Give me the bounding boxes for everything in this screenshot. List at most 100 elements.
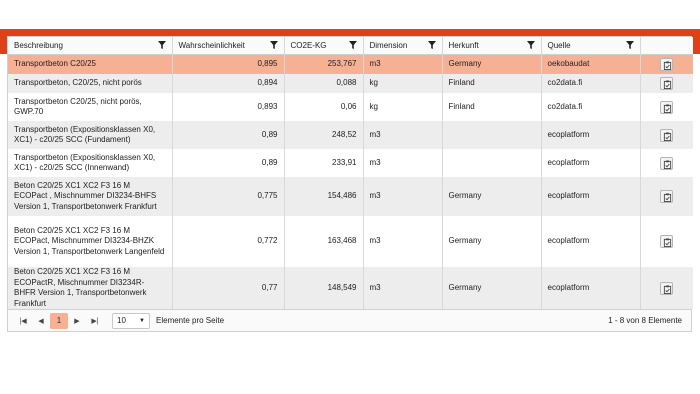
cell-herkunft <box>442 121 542 149</box>
table-row[interactable]: Transportbeton (Expositionsklassen X0, X… <box>8 149 693 177</box>
apply-value-button[interactable] <box>660 281 674 295</box>
cell-wahrscheinlichkeit: 0,895 <box>172 54 285 74</box>
cell-herkunft <box>442 149 542 177</box>
cell-quelle: ecoplatform <box>541 149 641 177</box>
cell-quelle: co2data.fi <box>541 74 641 93</box>
first-page-button[interactable]: |◀ <box>14 313 32 329</box>
cell-co2e: 154,486 <box>284 177 364 216</box>
table-row[interactable]: Beton C20/25 XC1 XC2 F3 16 M ECOPact , M… <box>8 177 693 216</box>
clipboard-icon <box>664 131 672 141</box>
cell-action <box>640 149 693 177</box>
column-title: Beschreibung <box>14 40 63 50</box>
column-header-actions <box>640 37 693 54</box>
column-header-wahrscheinlichkeit[interactable]: Wahrscheinlichkeit <box>172 37 285 54</box>
cell-beschreibung: Transportbeton (Expositionsklassen X0, X… <box>8 149 173 177</box>
cell-herkunft: Finland <box>442 74 542 93</box>
column-header-herkunft[interactable]: Herkunft <box>442 37 542 54</box>
cell-wahrscheinlichkeit: 0,772 <box>172 216 285 267</box>
clipboard-icon <box>664 61 672 70</box>
cell-wahrscheinlichkeit: 0,775 <box>172 177 285 216</box>
clipboard-icon <box>664 193 672 202</box>
table-row[interactable]: Transportbeton C20/25, nicht porös, GWP.… <box>8 93 693 121</box>
page-size-value: 10 <box>117 316 126 325</box>
cell-wahrscheinlichkeit: 0,89 <box>172 149 285 177</box>
table-row[interactable]: Transportbeton (Expositionsklassen X0, X… <box>8 121 693 149</box>
table-row[interactable]: Transportbeton, C20/25, nicht porös 0,89… <box>8 74 693 93</box>
cell-action <box>640 121 693 149</box>
filter-icon[interactable] <box>269 41 278 49</box>
cell-wahrscheinlichkeit: 0,893 <box>172 93 285 121</box>
column-title: Wahrscheinlichkeit <box>178 40 245 50</box>
page-size-select[interactable]: 10 ▼ <box>112 312 150 329</box>
cell-dimension: kg <box>363 93 443 121</box>
apply-value-button[interactable] <box>660 156 674 170</box>
cell-dimension: m3 <box>363 121 443 149</box>
cell-co2e: 253,767 <box>284 54 364 74</box>
cell-co2e: 233,91 <box>284 149 364 177</box>
page-1-button[interactable]: 1 <box>50 312 68 329</box>
cell-quelle: oekobaudat <box>541 54 641 74</box>
filter-icon[interactable] <box>526 41 535 49</box>
cell-dimension: m3 <box>363 216 443 267</box>
column-header-beschreibung[interactable]: Beschreibung <box>8 37 173 54</box>
cell-action <box>640 54 693 74</box>
cell-wahrscheinlichkeit: 0,894 <box>172 74 285 93</box>
filter-icon[interactable] <box>157 41 166 49</box>
cell-action <box>640 74 693 93</box>
co2-values-grid: Beschreibung Wahrscheinlichkeit CO2E-KG … <box>7 36 693 332</box>
cell-wahrscheinlichkeit: 0,77 <box>172 267 285 309</box>
table-row[interactable]: Beton C20/25 XC1 XC2 F3 16 M ECOPactR, M… <box>8 267 693 309</box>
cell-herkunft: Germany <box>442 216 542 267</box>
cell-quelle: ecoplatform <box>541 267 641 309</box>
column-title: Dimension <box>369 40 408 50</box>
cell-action <box>640 216 693 267</box>
cell-beschreibung: Beton C20/25 XC1 XC2 F3 16 M ECOPact, Mi… <box>8 216 173 267</box>
cell-herkunft: Germany <box>442 177 542 216</box>
column-title: CO2E-KG <box>290 40 327 50</box>
cell-co2e: 148,549 <box>284 267 364 309</box>
cell-beschreibung: Transportbeton (Expositionsklassen X0, X… <box>8 121 173 149</box>
next-page-button[interactable]: ▶ <box>68 313 86 329</box>
pager-info: 1 - 8 von 8 Elemente <box>608 316 682 325</box>
column-header-quelle[interactable]: Quelle <box>541 37 641 54</box>
clipboard-icon <box>664 238 672 247</box>
apply-value-button[interactable] <box>660 100 674 114</box>
table-row[interactable]: Transportbeton C20/25 0,895 253,767 m3 G… <box>8 54 693 74</box>
apply-value-button[interactable] <box>660 190 674 203</box>
filter-icon[interactable] <box>625 41 634 49</box>
cell-co2e: 0,06 <box>284 93 364 121</box>
filter-icon[interactable] <box>348 41 357 49</box>
last-page-button[interactable]: ▶| <box>86 313 104 329</box>
clipboard-icon <box>664 284 672 294</box>
page-size-label: Elemente pro Seite <box>156 316 225 325</box>
pager: |◀ ◀ 1 ▶ ▶| 10 ▼ Elemente pro Seite 1 - … <box>8 309 691 331</box>
apply-value-button[interactable] <box>660 77 674 90</box>
apply-value-button[interactable] <box>660 235 674 248</box>
cell-beschreibung: Transportbeton, C20/25, nicht porös <box>8 74 173 93</box>
cell-herkunft: Finland <box>442 93 542 121</box>
cell-beschreibung: Beton C20/25 XC1 XC2 F3 16 M ECOPactR, M… <box>8 267 173 309</box>
cell-co2e: 248,52 <box>284 121 364 149</box>
cell-co2e: 0,088 <box>284 74 364 93</box>
filter-icon[interactable] <box>427 41 436 49</box>
cell-quelle: ecoplatform <box>541 216 641 267</box>
cell-beschreibung: Transportbeton C20/25 <box>8 54 173 74</box>
apply-value-button[interactable] <box>660 128 674 142</box>
cell-quelle: co2data.fi <box>541 93 641 121</box>
cell-dimension: m3 <box>363 177 443 216</box>
cell-action <box>640 177 693 216</box>
table-row[interactable]: Beton C20/25 XC1 XC2 F3 16 M ECOPact, Mi… <box>8 216 693 267</box>
apply-value-button[interactable] <box>660 57 674 71</box>
previous-page-button[interactable]: ◀ <box>32 313 50 329</box>
cell-herkunft: Germany <box>442 267 542 309</box>
column-header-co2e-kg[interactable]: CO2E-KG <box>284 37 364 54</box>
cell-action <box>640 93 693 121</box>
cell-herkunft: Germany <box>442 54 542 74</box>
column-header-dimension[interactable]: Dimension <box>363 37 443 54</box>
clipboard-icon <box>664 103 672 113</box>
cell-co2e: 163,468 <box>284 216 364 267</box>
cell-dimension: m3 <box>363 54 443 74</box>
cell-quelle: ecoplatform <box>541 177 641 216</box>
cell-beschreibung: Transportbeton C20/25, nicht porös, GWP.… <box>8 93 173 121</box>
grid-header-row: Beschreibung Wahrscheinlichkeit CO2E-KG … <box>8 37 693 54</box>
